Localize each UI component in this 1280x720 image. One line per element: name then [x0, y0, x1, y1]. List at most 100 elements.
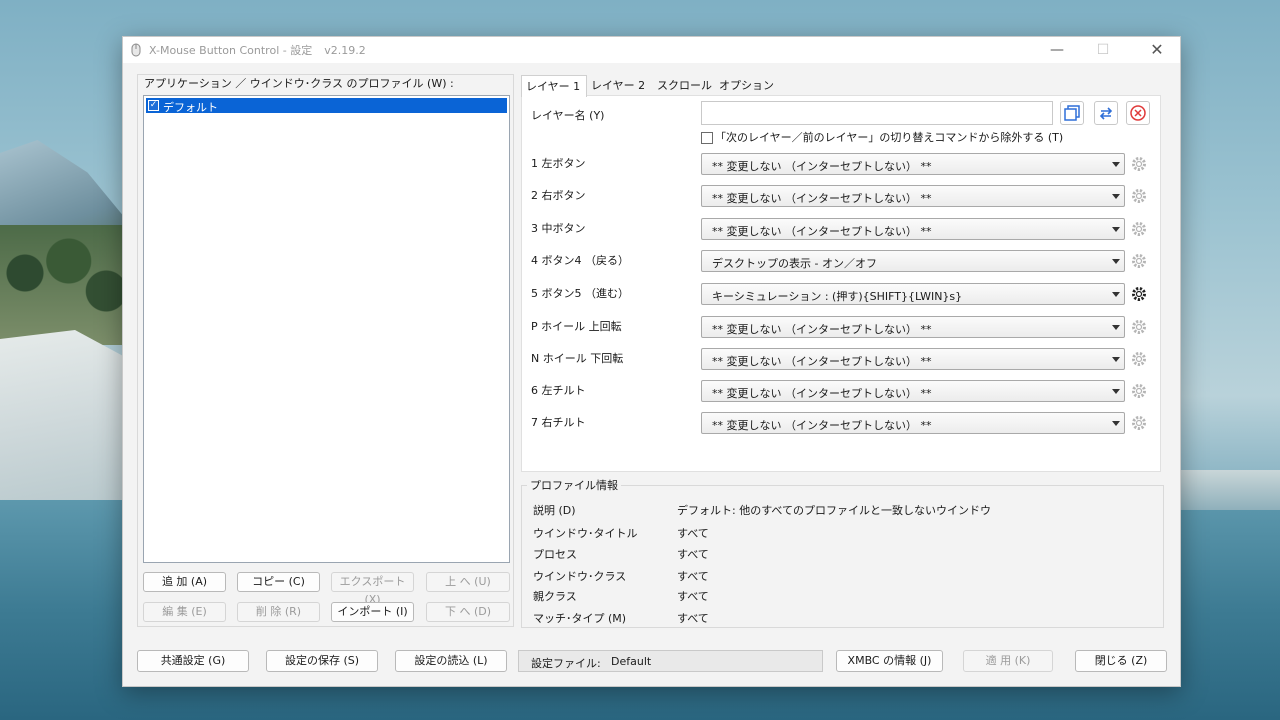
tab-scroll[interactable]: スクロール — [653, 75, 715, 97]
wheel-up-select[interactable]: ** 変更しない （インターセプトしない） ** — [701, 316, 1125, 338]
title-bar: X-Mouse Button Control - 設定 v2.19.2 — ☐ ✕ — [123, 37, 1180, 63]
import-button[interactable]: インポート (I) — [331, 602, 414, 622]
exclude-checkbox-row[interactable]: 「次のレイヤー／前のレイヤー」の切り替えコマンドから除外する (T) — [701, 129, 1063, 145]
delete-button[interactable]: 削 除 (R) — [237, 602, 320, 622]
exclude-label: 「次のレイヤー／前のレイヤー」の切り替えコマンドから除外する (T) — [715, 131, 1064, 144]
gear-icon[interactable] — [1130, 285, 1148, 303]
middle-button-select[interactable]: ** 変更しない （インターセプトしない） ** — [701, 218, 1125, 240]
settings-window: X-Mouse Button Control - 設定 v2.19.2 — ☐ ✕… — [122, 36, 1181, 687]
clear-layer-button[interactable] — [1126, 101, 1150, 125]
row-label-right-button: 2 右ボタン — [531, 189, 586, 202]
row-label-left-button: 1 左ボタン — [531, 157, 586, 170]
tilt-left-select[interactable]: ** 変更しない （インターセプトしない） ** — [701, 380, 1125, 402]
gear-icon[interactable] — [1130, 350, 1148, 368]
dropdown-arrow-icon — [1112, 357, 1120, 362]
info-key-description: 説明 (D) — [533, 504, 576, 517]
tab-layer-1[interactable]: レイヤー 1 — [521, 75, 587, 97]
load-settings-button[interactable]: 設定の読込 (L) — [395, 650, 507, 672]
row-label-button-4: 4 ボタン4 （戻る） — [531, 254, 629, 267]
dropdown-arrow-icon — [1112, 292, 1120, 297]
right-button-select[interactable]: ** 変更しない （インターセプトしない） ** — [701, 185, 1125, 207]
info-value-description: デフォルト: 他のすべてのプロファイルと一致しないウインドウ — [677, 504, 991, 517]
apply-button[interactable]: 適 用 (K) — [963, 650, 1053, 672]
combo-value: ** 変更しない （インターセプトしない） ** — [712, 419, 932, 432]
gear-icon[interactable] — [1130, 252, 1148, 270]
list-item[interactable]: ✓ デフォルト — [146, 98, 507, 114]
combo-value: ** 変更しない （インターセプトしない） ** — [712, 160, 932, 173]
row-label-middle-button: 3 中ボタン — [531, 222, 586, 235]
window-title-text: X-Mouse Button Control - 設定 — [149, 44, 313, 57]
info-key-window-title: ウインドウ･タイトル — [533, 527, 638, 540]
combo-value: ** 変更しない （インターセプトしない） ** — [712, 355, 932, 368]
info-value-window-title: すべて — [677, 527, 709, 540]
about-button[interactable]: XMBC の情報 (J) — [836, 650, 943, 672]
close-window-button[interactable]: ✕ — [1134, 37, 1180, 63]
info-value-parent-class: すべて — [677, 590, 709, 603]
gear-icon[interactable] — [1130, 414, 1148, 432]
dropdown-arrow-icon — [1112, 325, 1120, 330]
layer-name-label: レイヤー名 (Y) — [531, 109, 605, 122]
gear-icon[interactable] — [1130, 220, 1148, 238]
dropdown-arrow-icon — [1112, 227, 1120, 232]
move-down-button[interactable]: 下 へ (D) — [426, 602, 510, 622]
row-label-button-5: 5 ボタン5 （進む） — [531, 287, 629, 300]
version-label: v2.19.2 — [324, 44, 366, 57]
tab-layer-2[interactable]: レイヤー 2 — [587, 75, 653, 97]
swap-layer-button[interactable] — [1094, 101, 1118, 125]
info-key-window-class: ウインドウ･クラス — [533, 570, 627, 583]
desktop-shore — [1180, 470, 1280, 510]
tab-options[interactable]: オプション — [715, 75, 775, 97]
add-button[interactable]: 追 加 (A) — [143, 572, 226, 592]
gear-icon[interactable] — [1130, 155, 1148, 173]
dropdown-arrow-icon — [1112, 259, 1120, 264]
dropdown-arrow-icon — [1112, 421, 1120, 426]
profile-checkbox[interactable]: ✓ — [148, 100, 159, 111]
row-label-tilt-right: 7 右チルト — [531, 416, 586, 429]
save-settings-button[interactable]: 設定の保存 (S) — [266, 650, 378, 672]
button-5-select[interactable]: キーシミュレーション : (押す){SHIFT}{LWIN}s} — [701, 283, 1125, 305]
row-label-wheel-down: N ホイール 下回転 — [531, 352, 624, 365]
combo-value: キーシミュレーション : (押す){SHIFT}{LWIN}s} — [712, 290, 963, 303]
row-label-wheel-up: P ホイール 上回転 — [531, 320, 622, 333]
window-title: X-Mouse Button Control - 設定 v2.19.2 — [149, 42, 366, 58]
profiles-label: アプリケーション ／ ウインドウ･クラス のプロファイル (W) : — [141, 75, 457, 91]
profile-list[interactable]: ✓ デフォルト — [143, 95, 510, 563]
left-button-select[interactable]: ** 変更しない （インターセプトしない） ** — [701, 153, 1125, 175]
combo-value: ** 変更しない （インターセプトしない） ** — [712, 323, 932, 336]
minimize-button[interactable]: — — [1034, 37, 1080, 63]
desktop-dune — [0, 330, 125, 510]
info-value-process: すべて — [677, 548, 709, 561]
edit-button[interactable]: 編 集 (E) — [143, 602, 226, 622]
close-button[interactable]: 閉じる (Z) — [1075, 650, 1167, 672]
profile-info-label: プロファイル情報 — [527, 477, 621, 493]
info-value-window-class: すべて — [677, 570, 709, 583]
copy-layer-button[interactable] — [1060, 101, 1084, 125]
combo-value: ** 変更しない （インターセプトしない） ** — [712, 387, 932, 400]
settings-file-value: Default — [611, 655, 652, 668]
info-value-match-type: すべて — [677, 612, 709, 625]
common-settings-button[interactable]: 共通設定 (G) — [137, 650, 249, 672]
info-key-process: プロセス — [533, 548, 577, 561]
dropdown-arrow-icon — [1112, 194, 1120, 199]
info-key-parent-class: 親クラス — [533, 590, 577, 603]
swap-icon — [1099, 107, 1113, 120]
wheel-down-select[interactable]: ** 変更しない （インターセプトしない） ** — [701, 348, 1125, 370]
combo-value: ** 変更しない （インターセプトしない） ** — [712, 225, 932, 238]
layer-name-input[interactable] — [701, 101, 1053, 125]
row-label-tilt-left: 6 左チルト — [531, 384, 586, 397]
maximize-button[interactable]: ☐ — [1080, 37, 1126, 63]
clear-icon — [1130, 105, 1146, 121]
gear-icon[interactable] — [1130, 187, 1148, 205]
button-4-select[interactable]: デスクトップの表示 - オン／オフ — [701, 250, 1125, 272]
combo-value: デスクトップの表示 - オン／オフ — [712, 257, 877, 270]
dropdown-arrow-icon — [1112, 389, 1120, 394]
copy-button[interactable]: コピー (C) — [237, 572, 320, 592]
settings-file-label: 設定ファイル: — [531, 657, 601, 670]
gear-icon[interactable] — [1130, 382, 1148, 400]
info-key-match-type: マッチ･タイプ (M) — [533, 612, 627, 625]
exclude-checkbox[interactable] — [701, 132, 713, 144]
gear-icon[interactable] — [1130, 318, 1148, 336]
move-up-button[interactable]: 上 へ (U) — [426, 572, 510, 592]
tilt-right-select[interactable]: ** 変更しない （インターセプトしない） ** — [701, 412, 1125, 434]
export-button[interactable]: エクスポート (X) — [331, 572, 414, 606]
